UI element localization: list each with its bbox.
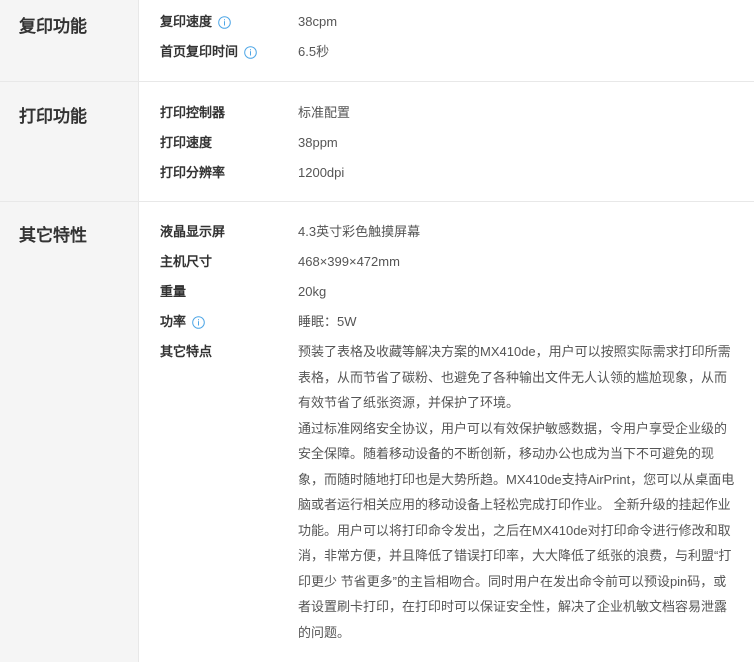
- spec-value: 6.5秒: [298, 44, 330, 59]
- spec-row-print-resolution: 打印分辨率 1200dpi: [160, 164, 754, 194]
- section-title: 复印功能: [0, 0, 139, 81]
- spec-value: 468×399×472mm: [298, 254, 400, 269]
- spec-label: 打印速度: [160, 135, 213, 150]
- description-paragraph: 通过标准网络安全协议，用户可以有效保护敏感数据，令用户享受企业级的安全保障。随着…: [298, 420, 735, 640]
- section-title: 其它特性: [0, 202, 139, 662]
- section-body: 液晶显示屏 4.3英寸彩色触摸屏幕 主机尺寸 468×399×472mm 重量 …: [139, 202, 754, 662]
- spec-row-weight: 重量 20kg: [160, 283, 754, 313]
- spec-label: 主机尺寸: [160, 254, 213, 269]
- spec-value-description: 预装了表格及收藏等解决方案的MX410de，用户可以按照实际需求打印所需表格，从…: [298, 339, 738, 645]
- spec-value: 标准配置: [298, 105, 351, 120]
- spec-row-print-speed: 打印速度 38ppm: [160, 134, 754, 164]
- spec-row-dimensions: 主机尺寸 468×399×472mm: [160, 253, 754, 283]
- spec-value: 4.3英寸彩色触摸屏幕: [298, 224, 421, 239]
- spec-table: 复印功能 复印速度 38cpm 首页复印时间 6.5秒 打印功能 打印控制器 标…: [0, 0, 754, 662]
- spec-row-other-features: 其它特点 预装了表格及收藏等解决方案的MX410de，用户可以按照实际需求打印所…: [160, 343, 754, 645]
- spec-value: 38ppm: [298, 135, 338, 150]
- section-body: 复印速度 38cpm 首页复印时间 6.5秒: [139, 0, 754, 81]
- spec-value: 1200dpi: [298, 165, 345, 180]
- spec-label: 功率: [160, 313, 298, 331]
- spec-label: 重量: [160, 284, 187, 299]
- section-print-function: 打印功能 打印控制器 标准配置 打印速度 38ppm 打印分辨率 1200dpi: [0, 82, 754, 202]
- spec-label: 打印分辨率: [160, 165, 226, 180]
- info-circle-icon[interactable]: [192, 315, 205, 329]
- spec-value: 睡眠：5W: [298, 314, 357, 329]
- spec-label: 液晶显示屏: [160, 224, 226, 239]
- info-circle-icon[interactable]: [244, 45, 257, 59]
- spec-row-first-copy-time: 首页复印时间 6.5秒: [160, 43, 754, 73]
- spec-row-copy-speed: 复印速度 38cpm: [160, 13, 754, 43]
- spec-label-text: 功率: [160, 314, 187, 329]
- spec-value: 38cpm: [298, 14, 338, 29]
- spec-label: 打印控制器: [160, 105, 226, 120]
- section-other-features: 其它特性 液晶显示屏 4.3英寸彩色触摸屏幕 主机尺寸 468×399×472m…: [0, 202, 754, 662]
- info-circle-icon[interactable]: [218, 15, 231, 29]
- spec-label: 首页复印时间: [160, 43, 298, 61]
- spec-row-print-controller: 打印控制器 标准配置: [160, 104, 754, 134]
- spec-value: 20kg: [298, 284, 327, 299]
- spec-label: 复印速度: [160, 13, 298, 31]
- section-copy-function: 复印功能 复印速度 38cpm 首页复印时间 6.5秒: [0, 0, 754, 82]
- section-body: 打印控制器 标准配置 打印速度 38ppm 打印分辨率 1200dpi: [139, 82, 754, 201]
- spec-label-text: 复印速度: [160, 14, 213, 29]
- section-title: 打印功能: [0, 82, 139, 201]
- description-paragraph: 预装了表格及收藏等解决方案的MX410de，用户可以按照实际需求打印所需表格，从…: [298, 344, 731, 410]
- spec-row-lcd: 液晶显示屏 4.3英寸彩色触摸屏幕: [160, 223, 754, 253]
- spec-label-text: 首页复印时间: [160, 44, 239, 59]
- spec-label: 其它特点: [160, 344, 213, 359]
